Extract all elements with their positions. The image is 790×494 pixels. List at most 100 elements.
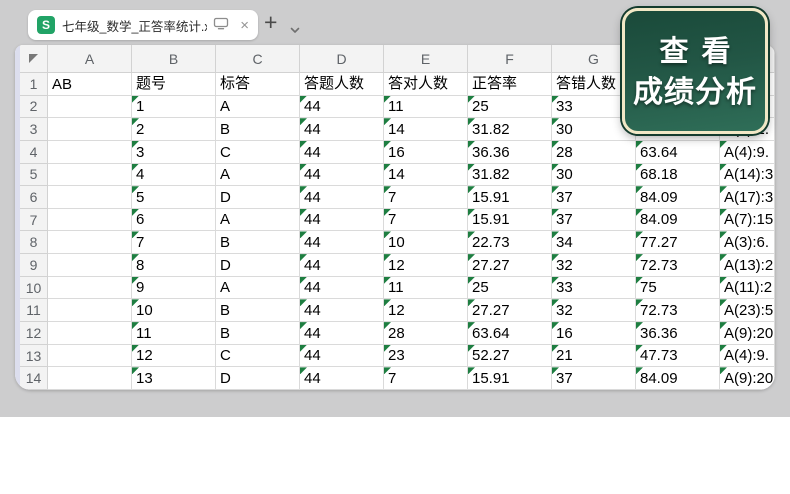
row-header-9[interactable]: 9	[20, 254, 48, 277]
cell[interactable]: 27.27	[468, 254, 552, 277]
cell[interactable]: A	[216, 209, 300, 232]
cell[interactable]: 63.64	[636, 141, 720, 164]
cell[interactable]: 正答率	[468, 73, 552, 96]
row-header-10[interactable]: 10	[20, 277, 48, 300]
cell[interactable]	[48, 254, 132, 277]
cell[interactable]: 32	[552, 299, 636, 322]
cell[interactable]	[48, 345, 132, 368]
monitor-icon[interactable]	[213, 17, 229, 35]
cell[interactable]: AB	[48, 73, 132, 96]
cell[interactable]: 84.09	[636, 186, 720, 209]
cell[interactable]: 2	[132, 118, 216, 141]
cell[interactable]: 44	[300, 345, 384, 368]
cell[interactable]: A(11):2	[720, 277, 775, 300]
cell[interactable]: 44	[300, 231, 384, 254]
cell[interactable]: A(23):5	[720, 299, 775, 322]
cell[interactable]	[48, 164, 132, 187]
cell[interactable]: 36.36	[636, 322, 720, 345]
cell[interactable]: A	[216, 277, 300, 300]
cell[interactable]: 27.27	[468, 299, 552, 322]
cell[interactable]: 84.09	[636, 367, 720, 390]
cell[interactable]	[48, 118, 132, 141]
cell[interactable]: D	[216, 186, 300, 209]
cell[interactable]: 25	[468, 277, 552, 300]
cell[interactable]: 9	[132, 277, 216, 300]
cell[interactable]: 11	[384, 277, 468, 300]
cell[interactable]: 44	[300, 186, 384, 209]
cell[interactable]: 1	[132, 96, 216, 119]
cell[interactable]: A	[216, 96, 300, 119]
cell[interactable]: 15.91	[468, 209, 552, 232]
cell[interactable]: 44	[300, 322, 384, 345]
cell[interactable]: 31.82	[468, 118, 552, 141]
chevron-down-icon[interactable]	[290, 21, 300, 39]
cell[interactable]: 30	[552, 164, 636, 187]
cell[interactable]: 11	[384, 96, 468, 119]
cell[interactable]: 12	[132, 345, 216, 368]
cell[interactable]: 12	[384, 254, 468, 277]
row-header-3[interactable]: 3	[20, 118, 48, 141]
cell[interactable]: 22.73	[468, 231, 552, 254]
row-header-11[interactable]: 11	[20, 299, 48, 322]
cell[interactable]: D	[216, 254, 300, 277]
cell[interactable]: 28	[384, 322, 468, 345]
cell[interactable]: 21	[552, 345, 636, 368]
cell[interactable]: 36.36	[468, 141, 552, 164]
cell[interactable]: 37	[552, 367, 636, 390]
cell[interactable]: 答题人数	[300, 73, 384, 96]
row-header-13[interactable]: 13	[20, 345, 48, 368]
cell[interactable]: D	[216, 367, 300, 390]
row-header-7[interactable]: 7	[20, 209, 48, 232]
cell[interactable]: A(4):9.	[720, 141, 775, 164]
cell[interactable]	[48, 367, 132, 390]
new-tab-button[interactable]: +	[264, 11, 277, 34]
cell[interactable]: 11	[132, 322, 216, 345]
cell[interactable]: 44	[300, 164, 384, 187]
cell[interactable]: 44	[300, 299, 384, 322]
cell[interactable]	[48, 231, 132, 254]
cell[interactable]: 7	[384, 209, 468, 232]
cell[interactable]: 10	[384, 231, 468, 254]
cell[interactable]: 77.27	[636, 231, 720, 254]
cell[interactable]: C	[216, 141, 300, 164]
cell[interactable]: A(14):3	[720, 164, 775, 187]
cell[interactable]: A(13):2	[720, 254, 775, 277]
cell[interactable]: 7	[384, 367, 468, 390]
cell[interactable]: 4	[132, 164, 216, 187]
cell[interactable]: B	[216, 322, 300, 345]
cell[interactable]: 5	[132, 186, 216, 209]
column-header-B[interactable]: B	[132, 45, 216, 73]
cell[interactable]: 44	[300, 277, 384, 300]
cell[interactable]: 25	[468, 96, 552, 119]
cell[interactable]: 题号	[132, 73, 216, 96]
cell[interactable]: 44	[300, 254, 384, 277]
cell[interactable]	[48, 299, 132, 322]
cell[interactable]: 15.91	[468, 186, 552, 209]
cell[interactable]: 68.18	[636, 164, 720, 187]
cell[interactable]: A	[216, 164, 300, 187]
column-header-E[interactable]: E	[384, 45, 468, 73]
cell[interactable]: 84.09	[636, 209, 720, 232]
cell[interactable]: 16	[384, 141, 468, 164]
cell[interactable]: 14	[384, 118, 468, 141]
cell[interactable]: 47.73	[636, 345, 720, 368]
cell[interactable]: 37	[552, 186, 636, 209]
cell[interactable]: 44	[300, 118, 384, 141]
cell[interactable]: A(7):15	[720, 209, 775, 232]
cell[interactable]: 52.27	[468, 345, 552, 368]
cell[interactable]: 31.82	[468, 164, 552, 187]
cell[interactable]: C	[216, 345, 300, 368]
cell[interactable]: 44	[300, 367, 384, 390]
cell[interactable]: 23	[384, 345, 468, 368]
cell[interactable]: A(4):9.	[720, 345, 775, 368]
cell[interactable]: 63.64	[468, 322, 552, 345]
cell[interactable]: A(17):3	[720, 186, 775, 209]
cell[interactable]: 44	[300, 141, 384, 164]
cell[interactable]: B	[216, 299, 300, 322]
cell[interactable]	[48, 322, 132, 345]
cell[interactable]: 72.73	[636, 299, 720, 322]
cell[interactable]: 16	[552, 322, 636, 345]
cell[interactable]: 3	[132, 141, 216, 164]
cell[interactable]: A(9):20	[720, 322, 775, 345]
row-header-6[interactable]: 6	[20, 186, 48, 209]
